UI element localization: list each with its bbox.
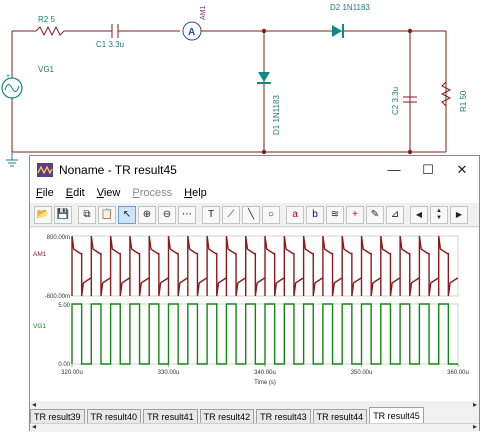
menu-bar: File Edit View Process Help: [30, 183, 479, 203]
series-line-vg1: [71, 303, 458, 365]
angle-icon[interactable]: ⊿: [386, 205, 404, 224]
maximize-button[interactable]: ☐: [411, 157, 445, 183]
title-bar[interactable]: Noname - TR result45 — ☐ ✕: [30, 156, 479, 183]
series-label: VG1: [33, 323, 46, 330]
d1-label: D1 1N1183: [272, 95, 281, 135]
menu-view[interactable]: View: [91, 187, 127, 199]
tab-result41[interactable]: TR result41: [143, 409, 198, 423]
x-tick-label: 350.00u: [351, 370, 373, 376]
pen-icon[interactable]: ✎: [366, 205, 384, 224]
measure-icon[interactable]: ⟋: [222, 205, 240, 224]
paste-icon[interactable]: 📋: [98, 205, 116, 224]
x-axis-label: Time (s): [254, 380, 276, 386]
tab-result40[interactable]: TR result40: [86, 409, 142, 423]
tab-result42[interactable]: TR result42: [199, 409, 255, 423]
y-tick-label: -800.00m: [45, 294, 70, 300]
app-icon: [37, 162, 53, 177]
x-tick-label: 360.00u: [447, 370, 469, 376]
menu-process: Process: [132, 187, 173, 199]
close-button[interactable]: ✕: [445, 157, 479, 183]
updown-icon[interactable]: ▲ ▼: [430, 205, 448, 224]
ammeter-symbol: A: [188, 27, 195, 38]
bottom-scroll-right-icon[interactable]: ▸: [473, 422, 477, 431]
text-icon[interactable]: T: [202, 205, 220, 224]
c2-label: C2 3.3u: [391, 87, 400, 115]
x-tick-label: 320.00u: [61, 370, 83, 376]
grid-icon[interactable]: ⋯: [178, 205, 196, 224]
result-tab-bar: TR result39 TR result40 TR result41 TR r…: [30, 407, 479, 423]
next-icon[interactable]: ▶: [450, 205, 468, 224]
y-tick-label: 5.00: [58, 303, 70, 309]
prev-icon[interactable]: ◀: [410, 205, 428, 224]
copy-icon[interactable]: ⧉: [78, 205, 96, 224]
waveform-plot[interactable]: 800.00m -800.00m AM1 5.00 0.00 VG1 320.00u 330.…: [30, 228, 479, 402]
y-tick-label: 0.00: [58, 362, 70, 368]
r1-label: R1 50: [459, 90, 468, 112]
tab-result43[interactable]: TR result43: [256, 409, 311, 423]
toolbar: 📂 💾 ⧉ 📋 ↖ ⊕ ⊖ ⋯ T ⟋ ╲ ○ a b ≋ + ✎ ⊿ ◀ ▲ ▼…: [30, 203, 479, 227]
x-tick-label: 340.00u: [254, 370, 276, 376]
zoom-in-icon[interactable]: ⊕: [138, 205, 156, 224]
window-title: Noname - TR result45: [59, 162, 177, 177]
menu-edit[interactable]: Edit: [60, 187, 91, 199]
svg-text:+: +: [6, 73, 10, 80]
vg1-label: VG1: [38, 65, 55, 74]
y-tick-label: 800.00m: [47, 235, 70, 241]
c1-label: C1 3.3u: [96, 40, 124, 49]
d2-label: D2 1N1183: [330, 3, 370, 12]
series-label: AM1: [33, 251, 47, 258]
r2-label: R2 5: [38, 15, 55, 24]
pointer-icon[interactable]: ↖: [118, 205, 136, 224]
circle-icon[interactable]: ○: [262, 205, 280, 224]
minimize-button[interactable]: —: [377, 157, 411, 183]
menu-help[interactable]: Help: [178, 187, 213, 199]
cursor-b-icon[interactable]: b: [306, 205, 324, 224]
open-icon[interactable]: 📂: [34, 205, 52, 224]
tab-result45[interactable]: TR result45: [369, 407, 424, 423]
tab-result44[interactable]: TR result44: [312, 409, 368, 423]
tab-result39[interactable]: TR result39: [30, 409, 85, 423]
series-line-am1: [71, 235, 458, 297]
save-icon[interactable]: 💾: [54, 205, 72, 224]
circuit-schematic: + R2 5 C1 3.3u A AM1 D2 1N1183 VG1 D1 1N…: [1, 3, 468, 167]
x-tick-label: 330.00u: [158, 370, 180, 376]
result-window: Noname - TR result45 — ☐ ✕ File Edit Vie…: [29, 155, 480, 432]
ammeter-label: AM1: [200, 6, 207, 21]
zoom-out-icon[interactable]: ⊖: [158, 205, 176, 224]
line-icon[interactable]: ╲: [242, 205, 260, 224]
menu-file[interactable]: File: [30, 187, 60, 199]
bottom-scroll-left-icon[interactable]: ◂: [32, 422, 36, 431]
cursor-a-icon[interactable]: a: [286, 205, 304, 224]
curves-icon[interactable]: ≋: [326, 205, 344, 224]
marker-icon[interactable]: +: [346, 205, 364, 224]
